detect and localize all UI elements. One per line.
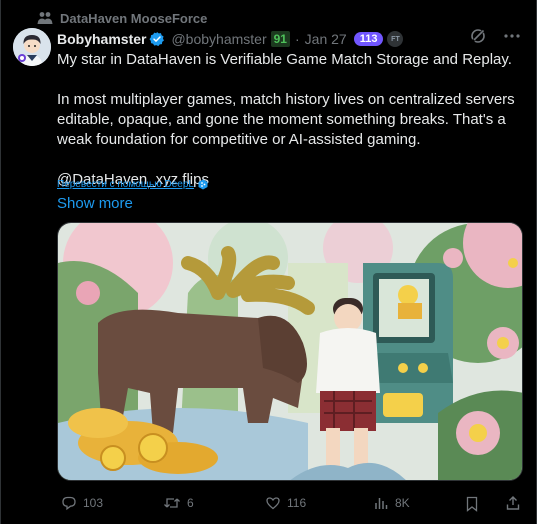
community-icon — [37, 12, 53, 24]
translate-label: Перевести с помощью DeepL — [57, 179, 194, 190]
tweet-text: My star in DataHaven is Verifiable Game … — [57, 50, 527, 190]
social-context[interactable]: DataHaven MooseForce — [37, 9, 207, 27]
reply-button[interactable]: 103 — [61, 495, 103, 511]
ft-badge[interactable]: FT — [387, 31, 404, 47]
views-button[interactable]: 8K — [373, 495, 410, 511]
reply-count: 103 — [83, 496, 104, 510]
repost-icon — [164, 498, 180, 508]
reply-icon — [62, 496, 76, 511]
repost-count: 6 — [187, 496, 194, 510]
tweet-image[interactable] — [57, 222, 523, 481]
author-name[interactable]: Bobyhamster — [57, 31, 146, 47]
author-handle[interactable]: @bobyhamster — [171, 31, 266, 47]
share-icon[interactable] — [505, 495, 521, 511]
like-count: 116 — [287, 496, 307, 510]
tweet-card[interactable]: DataHaven MooseForce Bobyhamster @bobyha… — [0, 0, 537, 524]
separator-dot: · — [294, 31, 300, 47]
tweet-paragraph-2: In most multiplayer games, match history… — [57, 91, 515, 148]
avatar[interactable] — [13, 28, 51, 66]
count-badge[interactable]: 113 — [353, 32, 384, 46]
illustration-moose-arcade — [58, 223, 522, 480]
tweet-top-actions — [470, 28, 520, 44]
like-button[interactable]: 116 — [265, 495, 306, 511]
repost-button[interactable]: 6 — [163, 495, 194, 511]
social-context-label: DataHaven MooseForce — [60, 10, 208, 26]
grok-icon[interactable] — [470, 28, 486, 44]
tweet-header: Bobyhamster @bobyhamster 91 · Jan 27 113… — [57, 29, 404, 49]
tweet-date[interactable]: Jan 27 — [305, 31, 347, 47]
views-count: 8K — [395, 496, 410, 510]
score-badge: 91 — [270, 31, 290, 47]
deepl-icon — [198, 179, 208, 190]
verified-badge-icon[interactable] — [149, 31, 165, 47]
tweet-paragraph-1: My star in DataHaven is Verifiable Game … — [57, 51, 512, 68]
views-chart-icon — [375, 498, 388, 509]
more-options-icon[interactable] — [504, 34, 520, 38]
show-more-link[interactable]: Show more — [57, 195, 133, 212]
bookmark-icon[interactable] — [465, 496, 479, 512]
translate-link[interactable]: Перевести с помощью DeepL — [57, 179, 208, 190]
heart-icon — [266, 497, 280, 510]
tweet-actions: 103 6 116 8K — [57, 495, 523, 515]
